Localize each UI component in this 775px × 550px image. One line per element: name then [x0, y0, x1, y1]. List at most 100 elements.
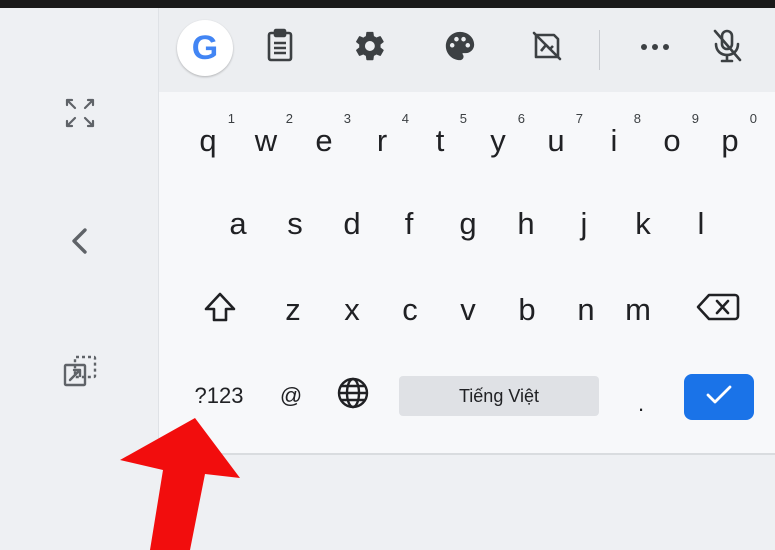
key-label: c [402, 292, 418, 327]
clipboard-icon [265, 28, 295, 69]
key-label: @ [279, 383, 303, 408]
key-label: t [435, 123, 445, 158]
key-label: e [315, 123, 333, 158]
key-y[interactable]: y6 [469, 106, 527, 168]
shift-key[interactable] [191, 280, 249, 342]
enter-key[interactable] [684, 374, 754, 420]
key-label: z [285, 292, 301, 327]
key-label: i [610, 123, 618, 158]
key-label: . [637, 391, 645, 416]
sticker-button[interactable] [519, 20, 575, 76]
key-hint: 6 [517, 111, 525, 126]
key-label: ?123 [194, 383, 244, 408]
key-p[interactable]: p0 [701, 106, 759, 168]
key-o[interactable]: o9 [643, 106, 701, 168]
chevron-left-icon [65, 224, 95, 258]
period-key[interactable]: . [621, 374, 661, 436]
key-z[interactable]: z [264, 280, 322, 342]
key-b[interactable]: b [498, 280, 556, 342]
key-hint: 3 [343, 111, 351, 126]
key-hint: 1 [227, 111, 235, 126]
floating-keyboard-icon [60, 352, 100, 392]
key-hint: 0 [749, 111, 757, 126]
key-label: j [580, 206, 588, 241]
key-hint: 8 [633, 111, 641, 126]
more-options-button[interactable] [627, 20, 683, 76]
key-d[interactable]: d [323, 194, 381, 256]
key-h[interactable]: h [497, 194, 555, 256]
key-hint: 4 [401, 111, 409, 126]
key-label: a [229, 206, 247, 241]
key-w[interactable]: w2 [237, 106, 295, 168]
floating-keyboard-button[interactable] [55, 347, 105, 397]
key-label: o [663, 123, 681, 158]
key-r[interactable]: r4 [353, 106, 411, 168]
key-label: y [490, 123, 506, 158]
key-hint: 9 [691, 111, 699, 126]
google-search-button[interactable]: G [177, 20, 233, 76]
key-a[interactable]: a [209, 194, 267, 256]
key-label: q [199, 123, 217, 158]
key-hint: 2 [285, 111, 293, 126]
key-j[interactable]: j [555, 194, 613, 256]
key-label: b [518, 292, 536, 327]
key-s[interactable]: s [266, 194, 324, 256]
expand-keyboard-button[interactable] [55, 88, 105, 138]
settings-button[interactable] [342, 20, 398, 76]
top-status-strip [0, 0, 775, 8]
key-e[interactable]: e3 [295, 106, 353, 168]
key-m[interactable]: m [609, 280, 667, 342]
keyboard-panel: G q 1 w 2 e 3 r 4 t 5 y 6 u 7 i 8 o 9 p … [158, 8, 775, 455]
key-label: n [577, 292, 595, 327]
checkmark-icon [704, 383, 734, 412]
expand-arrows-icon [60, 93, 100, 133]
spacebar-label: Tiếng Việt [458, 385, 540, 406]
key-c[interactable]: c [381, 280, 439, 342]
key-n[interactable]: n [557, 280, 615, 342]
key-label: p [721, 123, 739, 158]
backspace-icon [695, 290, 741, 332]
language-key[interactable] [327, 366, 379, 428]
toolbar-divider [599, 30, 600, 70]
key-x[interactable]: x [323, 280, 381, 342]
key-label: l [697, 206, 705, 241]
key-label: d [343, 206, 361, 241]
key-label: v [460, 292, 476, 327]
key-g[interactable]: g [439, 194, 497, 256]
key-label: r [376, 123, 388, 158]
key-label: u [547, 123, 565, 158]
theme-button[interactable] [432, 20, 488, 76]
mic-off-icon [710, 27, 744, 70]
collapse-panel-button[interactable] [55, 216, 105, 266]
theme-palette-icon [443, 29, 477, 68]
key-label: s [287, 206, 303, 241]
no-sticker-icon [530, 29, 564, 68]
key-f[interactable]: f [380, 194, 438, 256]
key-label: m [625, 292, 651, 327]
clipboard-button[interactable] [252, 20, 308, 76]
settings-gear-icon [353, 29, 387, 68]
voice-input-button[interactable] [699, 20, 755, 76]
key-label: f [404, 206, 414, 241]
symbols-key[interactable]: ?123 [183, 366, 255, 428]
key-label: g [459, 206, 477, 241]
keyboard-toolbar: G [159, 8, 775, 92]
key-v[interactable]: v [439, 280, 497, 342]
at-key[interactable]: @ [267, 366, 315, 428]
globe-icon [336, 376, 370, 418]
key-hint: 7 [575, 111, 583, 126]
key-q[interactable]: q1 [179, 106, 237, 168]
keyboard-side-panel [0, 8, 158, 550]
key-label: x [344, 292, 360, 327]
backspace-key[interactable] [689, 280, 747, 342]
key-i[interactable]: i8 [585, 106, 643, 168]
key-k[interactable]: k [614, 194, 672, 256]
google-icon: G [191, 29, 219, 67]
key-l[interactable]: l [672, 194, 730, 256]
key-u[interactable]: u7 [527, 106, 585, 168]
key-t[interactable]: t5 [411, 106, 469, 168]
more-dots-icon [638, 39, 672, 57]
spacebar[interactable]: Tiếng Việt [399, 376, 599, 416]
key-label: k [635, 206, 651, 241]
key-hint: 5 [459, 111, 467, 126]
